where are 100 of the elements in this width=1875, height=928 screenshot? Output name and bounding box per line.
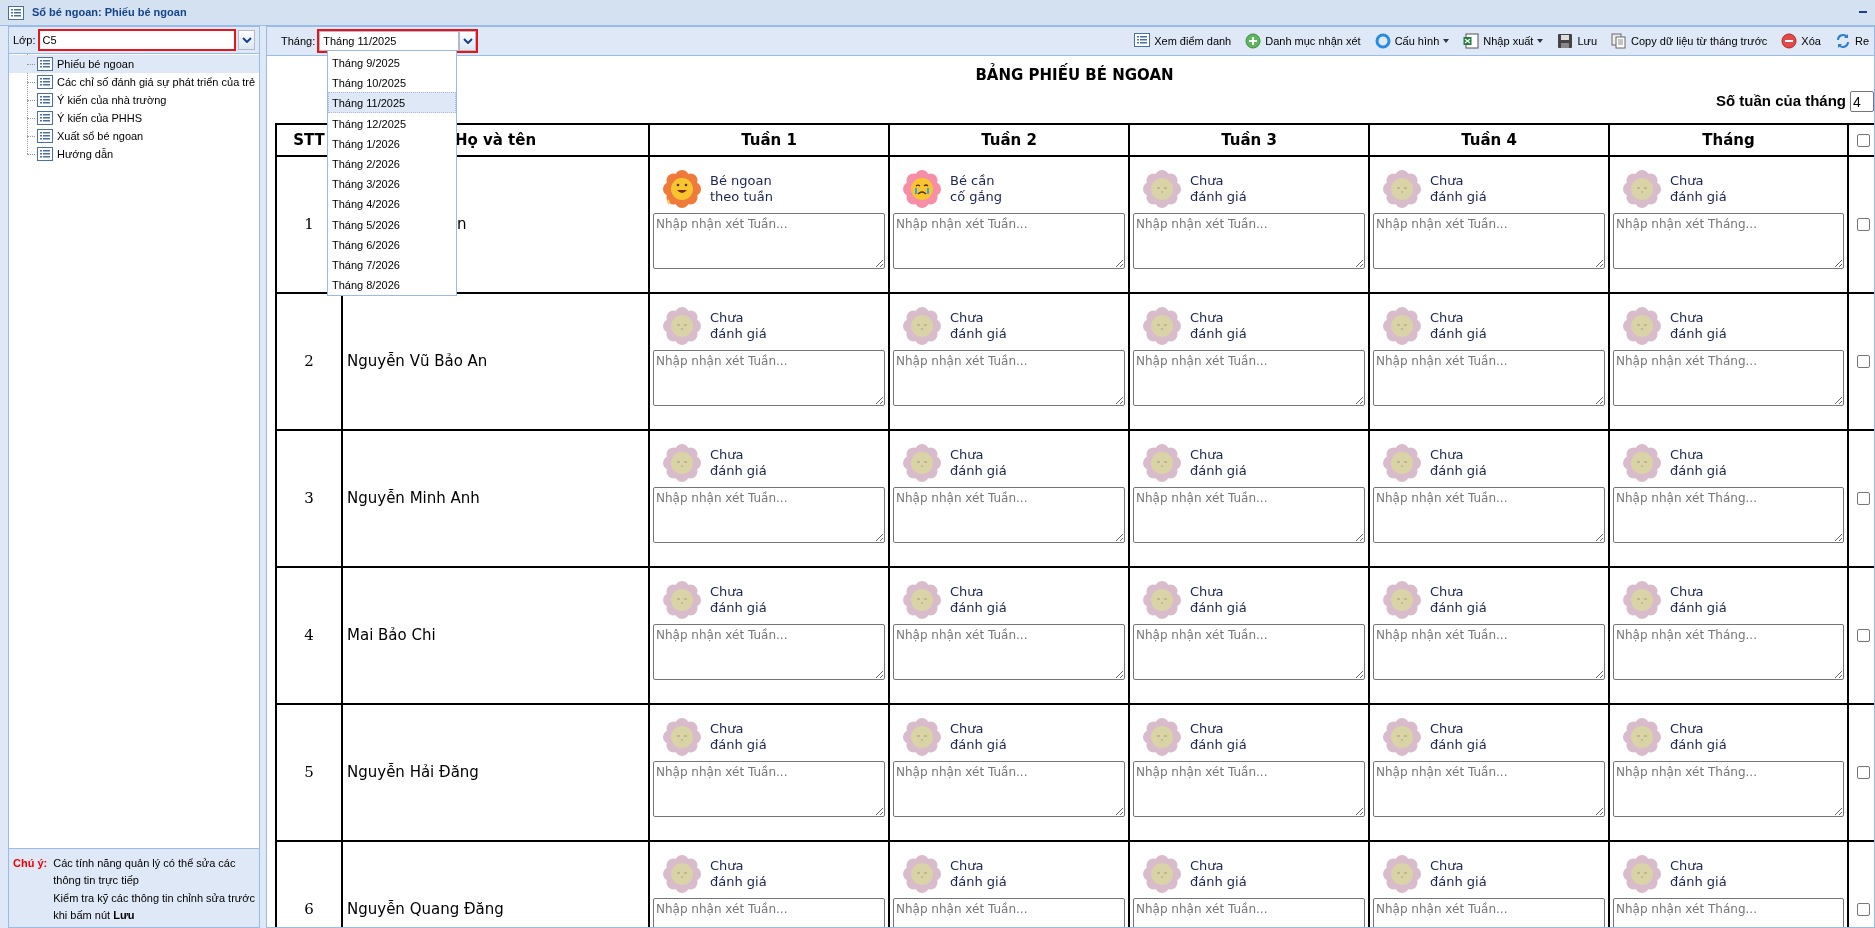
- comment-field[interactable]: Nhập nhận xét Tuần...: [1133, 624, 1365, 680]
- chevron-icon: [462, 38, 473, 44]
- dropdown-option[interactable]: Tháng 7/2026: [328, 253, 456, 275]
- sleeping-flower-icon: [1382, 580, 1422, 620]
- dropdown-option[interactable]: Tháng 6/2026: [328, 233, 456, 254]
- comment-field[interactable]: Nhập nhận xét Tháng...: [1613, 898, 1844, 927]
- dropdown-option[interactable]: Tháng 9/2025: [328, 52, 456, 73]
- sleeping-flower-icon: [902, 443, 942, 483]
- sleeping-flower-icon: [1622, 306, 1662, 346]
- sleeping-flower-icon: [1142, 306, 1182, 346]
- comment-field[interactable]: Nhập nhận xét Tuần...: [1373, 213, 1605, 269]
- rating-label: Chưa đánh giá: [950, 858, 1007, 890]
- toolbar-button[interactable]: Copy dữ liệu từ tháng trước: [1606, 30, 1773, 52]
- dropdown-option[interactable]: Tháng 5/2026: [328, 213, 456, 234]
- dropdown-option[interactable]: Tháng 3/2026: [328, 173, 456, 194]
- sleeping-flower-icon: [662, 717, 702, 757]
- column-header: Tuần 1: [649, 124, 889, 156]
- comment-field[interactable]: Nhập nhận xét Tháng...: [1613, 350, 1844, 406]
- row-checkbox[interactable]: [1857, 902, 1870, 916]
- toolbar-button[interactable]: Nhập xuất: [1458, 30, 1549, 52]
- comment-field[interactable]: Nhập nhận xét Tuần...: [1133, 350, 1365, 406]
- rating-label: Chưa đánh giá: [1190, 447, 1247, 479]
- select-all-checkbox[interactable]: [1857, 133, 1870, 147]
- comment-field[interactable]: Nhập nhận xét Tuần...: [653, 213, 885, 269]
- comment-field[interactable]: Nhập nhận xét Tháng...: [1613, 213, 1844, 269]
- comment-field[interactable]: Nhập nhận xét Tuần...: [653, 487, 885, 543]
- toolbar-button[interactable]: Xóa: [1776, 30, 1826, 52]
- list-icon: [37, 147, 53, 161]
- dropdown-option[interactable]: Tháng 10/2025: [328, 72, 456, 93]
- comment-field[interactable]: Nhập nhận xét Tuần...: [1373, 898, 1605, 927]
- rating-label: Chưa đánh giá: [950, 447, 1007, 479]
- toolbar-button[interactable]: Lưu: [1552, 30, 1603, 52]
- row-number: 5: [303, 762, 315, 784]
- toolbar-button[interactable]: Cấu hình: [1369, 30, 1455, 52]
- comment-field[interactable]: Nhập nhận xét Tuần...: [653, 350, 885, 406]
- dropdown-option[interactable]: Tháng 4/2026: [328, 193, 456, 214]
- weeks-select[interactable]: 4: [1850, 90, 1874, 112]
- sidebar-item[interactable]: Ý kiến của nhà trường: [9, 91, 259, 109]
- comment-field[interactable]: Nhập nhận xét Tuần...: [653, 761, 885, 817]
- comment-field[interactable]: Nhập nhận xét Tuần...: [1133, 487, 1365, 543]
- comment-field[interactable]: Nhập nhận xét Tuần...: [653, 898, 885, 927]
- rating-label: Chưa đánh giá: [1670, 584, 1727, 616]
- sleeping-flower-icon: [902, 717, 942, 757]
- row-checkbox[interactable]: [1857, 765, 1870, 779]
- rating-label: Chưa đánh giá: [950, 721, 1007, 753]
- comment-field[interactable]: Nhập nhận xét Tuần...: [1373, 487, 1605, 543]
- row-checkbox[interactable]: [1857, 491, 1870, 505]
- sidebar-item[interactable]: Các chỉ số đánh giá sự phát triển của trẻ: [9, 73, 259, 91]
- sleeping-flower-icon: [1142, 580, 1182, 620]
- sleeping-flower-icon: [1622, 717, 1662, 757]
- dropdown-trigger[interactable]: [459, 31, 477, 51]
- comment-field[interactable]: Nhập nhận xét Tháng...: [1613, 624, 1844, 680]
- rating-label: Chưa đánh giá: [1190, 858, 1247, 890]
- sleeping-flower-icon: [1622, 580, 1662, 620]
- sidebar-item[interactable]: Phiếu bé ngoan: [9, 55, 259, 73]
- sleeping-flower-icon: [1142, 854, 1182, 894]
- student-name: Mai Bảo Chi: [347, 625, 436, 647]
- sidebar-item[interactable]: Xuất sổ bé ngoan: [9, 127, 259, 145]
- comment-field[interactable]: Nhập nhận xét Tuần...: [653, 624, 885, 680]
- toolbar-button[interactable]: Danh mục nhận xét: [1240, 30, 1366, 52]
- field-label: Lớp:: [13, 32, 36, 48]
- dropdown-trigger[interactable]: [238, 30, 255, 50]
- dropdown-option[interactable]: Tháng 8/2026: [328, 274, 456, 295]
- toolbar-button[interactable]: Re: [1829, 30, 1874, 52]
- comment-field[interactable]: Nhập nhận xét Tuần...: [1133, 213, 1365, 269]
- class-field[interactable]: C5: [38, 30, 235, 50]
- list-icon: [8, 5, 24, 20]
- comment-field[interactable]: Nhập nhận xét Tuần...: [893, 761, 1125, 817]
- comment-field[interactable]: Nhập nhận xét Tuần...: [1373, 761, 1605, 817]
- comment-field[interactable]: Nhập nhận xét Tuần...: [1133, 761, 1365, 817]
- comment-field[interactable]: Nhập nhận xét Tuần...: [893, 350, 1125, 406]
- note-text: Các tính năng quản lý có thể sửa các thông tin trực tiếp: [53, 856, 237, 888]
- rating-label: Chưa đánh giá: [1190, 310, 1247, 342]
- sleeping-flower-icon: [902, 854, 942, 894]
- toolbar-button[interactable]: Xem điểm danh: [1129, 30, 1237, 52]
- rating-label: Chưa đánh giá: [1190, 721, 1247, 753]
- row-checkbox[interactable]: [1857, 628, 1870, 642]
- sleeping-flower-icon: [1622, 443, 1662, 483]
- sleeping-flower-icon: [1382, 169, 1422, 209]
- comment-field[interactable]: Nhập nhận xét Tuần...: [893, 487, 1125, 543]
- comment-field[interactable]: Nhập nhận xét Tuần...: [1373, 624, 1605, 680]
- comment-field[interactable]: Nhập nhận xét Tuần...: [893, 624, 1125, 680]
- dropdown-option[interactable]: Tháng 11/2025: [328, 92, 456, 113]
- comment-field[interactable]: Nhập nhận xét Tháng...: [1613, 487, 1844, 543]
- comment-field[interactable]: Nhập nhận xét Tháng...: [1613, 761, 1844, 817]
- rating-label: Chưa đánh giá: [950, 310, 1007, 342]
- comment-field[interactable]: Nhập nhận xét Tuần...: [893, 213, 1125, 269]
- row-checkbox[interactable]: [1857, 217, 1870, 231]
- rating-label: Chưa đánh giá: [1430, 584, 1487, 616]
- rating-label: Chưa đánh giá: [710, 447, 767, 479]
- rating-label: Chưa đánh giá: [1190, 173, 1247, 205]
- sheet-title: BẢNG PHIẾU BÉ NGOAN: [975, 64, 1174, 87]
- row-checkbox[interactable]: [1857, 354, 1870, 368]
- sidebar-item[interactable]: Ý kiến của PHHS: [9, 109, 259, 127]
- comment-field[interactable]: Nhập nhận xét Tuần...: [1373, 350, 1605, 406]
- comment-field[interactable]: Nhập nhận xét Tuần...: [893, 898, 1125, 927]
- rating-label: Chưa đánh giá: [1430, 858, 1487, 890]
- sidebar-item[interactable]: Hướng dẫn: [9, 145, 259, 163]
- month-select[interactable]: Tháng 11/2025: [319, 31, 460, 51]
- comment-field[interactable]: Nhập nhận xét Tuần...: [1133, 898, 1365, 927]
